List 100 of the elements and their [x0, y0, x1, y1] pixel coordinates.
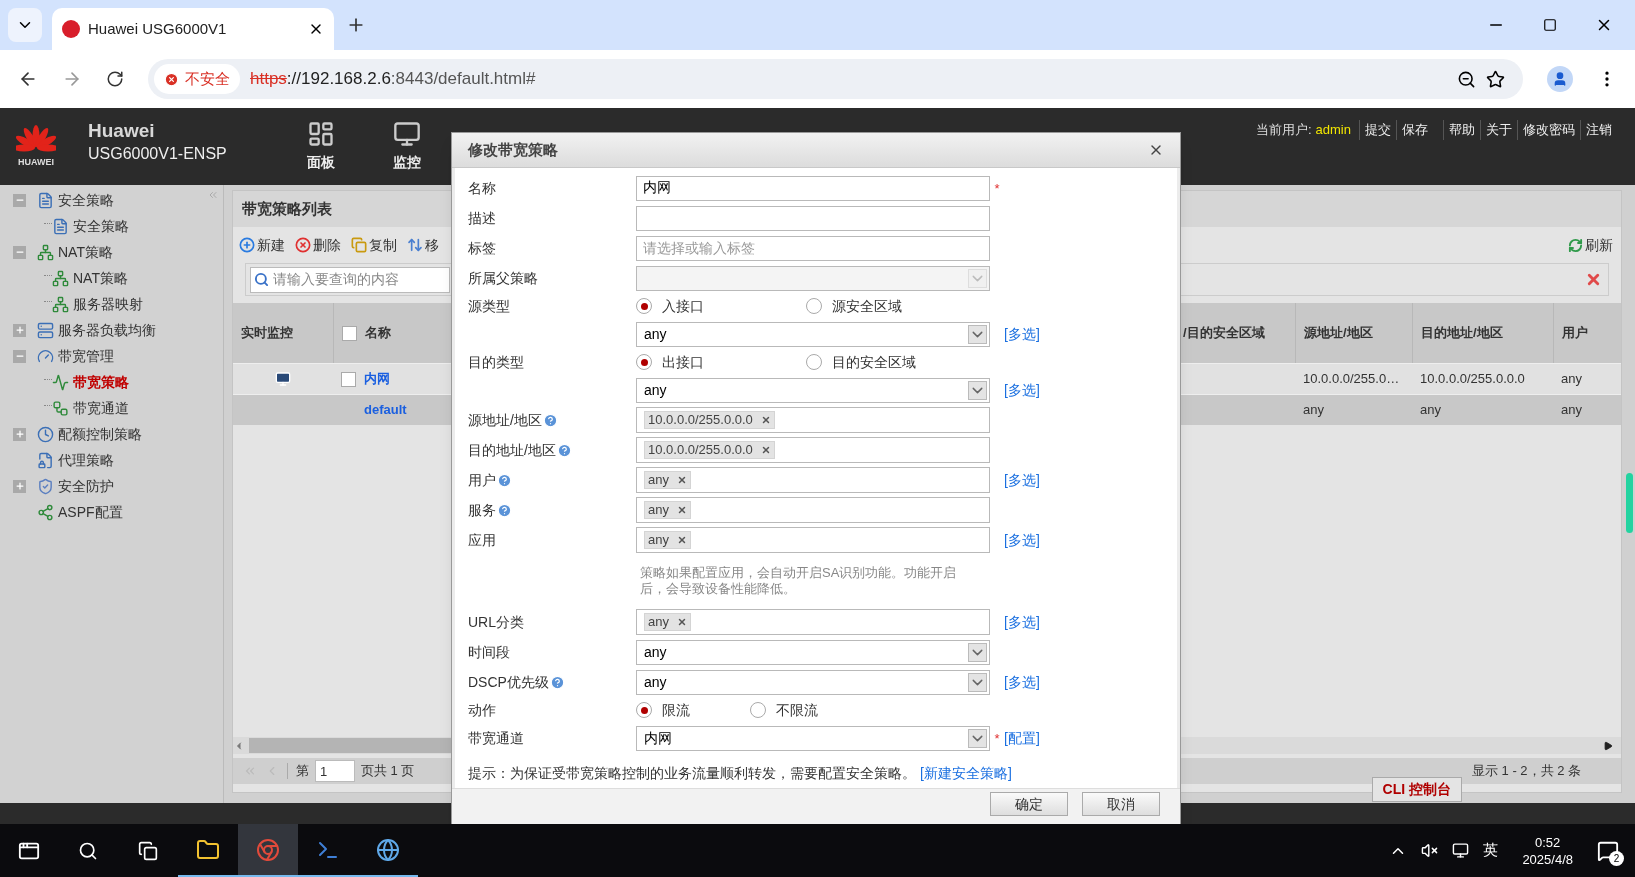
radio-button[interactable]: [636, 702, 652, 718]
help-icon[interactable]: [497, 502, 512, 518]
nav-item[interactable]: 监控: [364, 108, 450, 185]
expand-toggle[interactable]: [13, 479, 26, 493]
zoom-icon[interactable]: [1457, 69, 1476, 89]
browser-tab[interactable]: Huawei USG6000V1: [52, 8, 334, 50]
radio-button[interactable]: [806, 354, 822, 370]
checkbox[interactable]: [342, 325, 357, 341]
multi-select-link[interactable]: [多选]: [1004, 469, 1040, 491]
multi-select-link[interactable]: [配置]: [1004, 727, 1040, 749]
radio-button[interactable]: [806, 298, 822, 314]
collapse-toggle[interactable]: [13, 193, 26, 207]
tree-item[interactable]: 带宽管理: [58, 345, 114, 367]
muted-speaker-icon[interactable]: [1421, 842, 1439, 859]
folder-icon: [196, 837, 220, 862]
multi-select-link[interactable]: [多选]: [1004, 671, 1040, 693]
help-icon[interactable]: [497, 472, 512, 488]
multi-select-link[interactable]: [多选]: [1004, 323, 1040, 345]
dropdown[interactable]: any: [636, 639, 990, 665]
collapse-toggle[interactable]: [13, 349, 26, 363]
radio-button[interactable]: [636, 298, 652, 314]
search-field[interactable]: 请输入要查询的内容: [250, 266, 450, 293]
toolbar-button[interactable]: 删除: [295, 234, 341, 256]
remove-icon[interactable]: [760, 415, 771, 425]
tag-field[interactable]: 10.0.0.0/255.0.0.0: [636, 437, 990, 463]
toolbar-button[interactable]: 复制: [351, 234, 397, 256]
document-icon: [37, 191, 54, 209]
tree-item[interactable]: 服务器映射: [73, 293, 143, 315]
collapse-toggle[interactable]: [13, 245, 26, 259]
console-tab[interactable]: CLI 控制台: [1371, 777, 1462, 802]
dialog-button[interactable]: 取消: [1082, 792, 1160, 816]
taskbar-app[interactable]: [238, 824, 298, 877]
tree-item[interactable]: 代理策略: [58, 449, 114, 471]
help-icon[interactable]: [549, 674, 565, 690]
tree-item[interactable]: 安全策略: [73, 215, 129, 237]
header-link[interactable]: 帮助: [1443, 120, 1480, 140]
header-link[interactable]: 保存: [1396, 120, 1433, 140]
dropdown[interactable]: any: [636, 669, 990, 695]
new-policy-link[interactable]: [新建安全策略]: [920, 765, 1012, 781]
remove-icon[interactable]: [676, 535, 687, 545]
help-icon[interactable]: [542, 412, 558, 428]
bookmark-icon[interactable]: [1486, 69, 1505, 89]
address-bar[interactable]: 不安全 https://192.168.2.6:8443/default.html#: [148, 59, 1523, 99]
nav-item[interactable]: 面板: [278, 108, 364, 185]
profile-icon[interactable]: [1547, 66, 1573, 92]
radio-button[interactable]: [750, 702, 766, 718]
clock[interactable]: 0:52 2025/4/8: [1522, 833, 1573, 868]
expand-toggle[interactable]: [13, 427, 26, 441]
tree-item[interactable]: ASPF配置: [58, 501, 123, 523]
header-link[interactable]: 提交: [1359, 120, 1396, 140]
refresh-button[interactable]: 刷新: [1568, 234, 1615, 256]
multi-select-link[interactable]: [多选]: [1004, 379, 1040, 401]
remove-icon[interactable]: [760, 445, 771, 455]
security-chip[interactable]: 不安全: [154, 64, 240, 94]
text-field[interactable]: 内网: [636, 175, 990, 201]
task-view-icon[interactable]: [138, 840, 158, 861]
tree-item[interactable]: 服务器负载均衡: [58, 319, 156, 341]
network-icon[interactable]: [1452, 842, 1470, 859]
remove-icon[interactable]: [676, 617, 687, 627]
dropdown-icon: [968, 672, 987, 692]
header-link[interactable]: 修改密码: [1517, 120, 1580, 140]
policy-link[interactable]: 内网: [364, 369, 390, 389]
header-link[interactable]: 关于: [1480, 120, 1517, 140]
tag-field[interactable]: any: [636, 609, 990, 635]
ime-indicator[interactable]: 英: [1483, 839, 1499, 862]
tree-item[interactable]: 带宽通道: [73, 397, 129, 419]
tree-item[interactable]: NAT策略: [58, 241, 113, 263]
tree-item[interactable]: NAT策略: [73, 267, 128, 289]
multi-select-link[interactable]: [多选]: [1004, 611, 1040, 633]
text-field[interactable]: 请选择或输入标签: [636, 235, 990, 261]
reload-icon[interactable]: [106, 70, 124, 88]
tag-field[interactable]: any: [636, 527, 990, 553]
radio-button[interactable]: [636, 354, 652, 370]
remove-icon[interactable]: [676, 475, 687, 485]
clear-icon[interactable]: [1585, 271, 1602, 288]
tree-item[interactable]: 安全策略: [58, 189, 114, 211]
expand-toggle[interactable]: [13, 323, 26, 337]
dropdown[interactable]: any: [636, 321, 990, 347]
help-icon[interactable]: [556, 442, 572, 458]
dropdown[interactable]: any: [636, 377, 990, 403]
tag-field[interactable]: 10.0.0.0/255.0.0.0: [636, 407, 990, 433]
monitor-icon[interactable]: [275, 371, 291, 387]
tree-item[interactable]: 安全防护: [58, 475, 114, 497]
page-field[interactable]: 1: [315, 760, 355, 782]
toolbar-button[interactable]: 新建: [239, 234, 285, 256]
toolbar-button[interactable]: 移: [407, 234, 439, 256]
search-icon[interactable]: [78, 840, 98, 861]
scroll-right-icon[interactable]: [1603, 740, 1613, 751]
header-link[interactable]: 注销: [1580, 120, 1617, 140]
text-field[interactable]: [636, 205, 990, 231]
maximize-icon[interactable]: [1543, 18, 1557, 32]
tag-field[interactable]: any: [636, 467, 990, 493]
tag-field[interactable]: any: [636, 497, 990, 523]
remove-icon[interactable]: [676, 505, 687, 515]
dialog-button[interactable]: 确定: [990, 792, 1068, 816]
multi-select-link[interactable]: [多选]: [1004, 529, 1040, 551]
checkbox[interactable]: [341, 371, 356, 387]
tree-item[interactable]: 带宽策略: [73, 371, 129, 393]
tree-item[interactable]: 配额控制策略: [58, 423, 142, 445]
dropdown[interactable]: 内网: [636, 725, 990, 751]
